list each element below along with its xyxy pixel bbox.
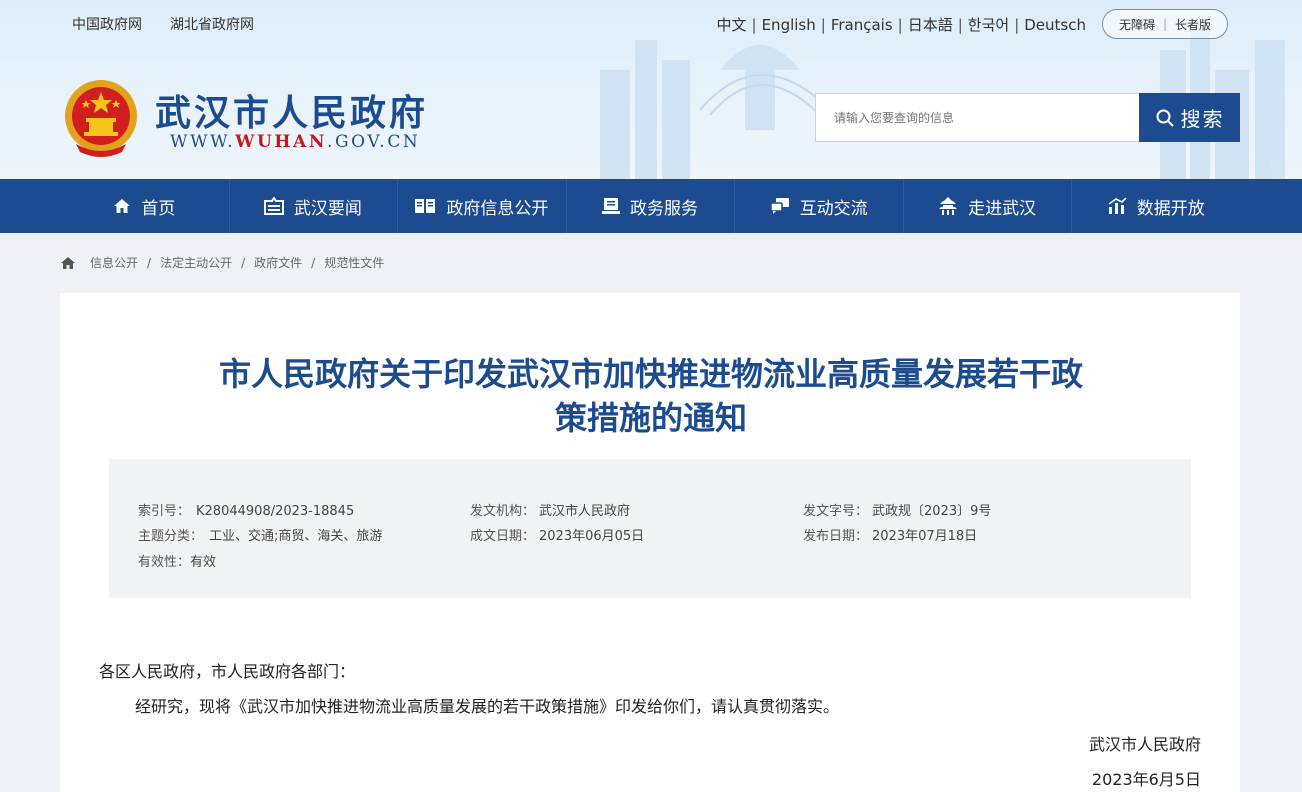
meta-value: 有效 [190, 555, 217, 570]
breadcrumb-normative-documents[interactable]: 规范性文件 [324, 254, 384, 271]
meta-created-date: 成文日期： 2023年06月05日 [470, 525, 644, 544]
meta-document-number: 发文字号： 武政规〔2023〕9号 [803, 500, 991, 519]
accessibility-pill: 无障碍 | 长者版 [1102, 9, 1228, 39]
main-nav: 首页 武汉要闻 政府信息公开 政务服务 互动交流 走进武汉 数据开放 [0, 179, 1302, 233]
lang-separator: | [897, 15, 903, 34]
nav-label: 互动交流 [799, 198, 868, 219]
meta-value: 2023年07月18日 [872, 529, 978, 544]
document-title-line-1: 市人民政府关于印发武汉市加快推进物流业高质量发展若干政 [218, 355, 1083, 393]
meta-label: 发文机构： [470, 504, 536, 519]
meta-published-date: 发布日期： 2023年07月18日 [803, 525, 977, 544]
site-url-prefix: WWW. [170, 132, 236, 152]
lang-separator: | [1014, 15, 1020, 34]
meta-label: 成文日期： [470, 529, 536, 544]
document-meta-panel: 索引号： K28044908/2023-18845 发文机构： 武汉市人民政府 发文… [109, 459, 1191, 598]
lang-separator: | [957, 15, 963, 34]
nav-item-wuhan-news[interactable]: 武汉要闻 [228, 179, 398, 233]
home-icon[interactable] [60, 256, 76, 270]
lang-japanese[interactable]: 日本語 [908, 14, 953, 35]
meta-label: 发文字号： [803, 504, 869, 519]
link-gov-cn[interactable]: 中国政府网 [72, 14, 142, 34]
language-bar: 中文 | English | Français | 日本語 | 한국어 | Deutsch [717, 14, 1087, 35]
meta-value: 工业、交通;商贸、海关、旅游 [209, 529, 383, 544]
lang-german[interactable]: Deutsch [1024, 16, 1086, 34]
news-icon [263, 197, 284, 215]
meta-label: 主题分类： [138, 529, 204, 544]
nav-item-gov-services[interactable]: 政务服务 [565, 179, 735, 233]
meta-label: 索引号： [138, 504, 191, 519]
breadcrumb-gov-documents[interactable]: 政府文件 [254, 254, 302, 271]
meta-label: 有效性： [138, 555, 191, 570]
elder-version-link[interactable]: 长者版 [1175, 16, 1211, 33]
lang-korean[interactable]: 한국어 [968, 14, 1009, 35]
nav-label: 政府信息公开 [446, 198, 549, 219]
lang-separator: | [820, 15, 826, 34]
nav-label: 首页 [141, 198, 176, 219]
chat-icon [769, 198, 789, 214]
lang-english[interactable]: English [762, 16, 816, 34]
document-date: 2023年6月5日 [1091, 770, 1201, 789]
home-icon [114, 199, 131, 213]
nav-item-gov-info-open[interactable]: 政府信息公开 [397, 179, 566, 233]
service-icon [602, 198, 621, 214]
open-book-icon [415, 199, 436, 213]
nav-item-home[interactable]: 首页 [60, 179, 229, 233]
lang-separator: | [751, 15, 757, 34]
search-icon [1156, 109, 1174, 127]
document-title-line-2: 策措施的通知 [554, 399, 747, 437]
breadcrumb-separator: / [147, 255, 152, 270]
site-url-suffix: .GOV.CN [326, 132, 421, 152]
site-header: 中国政府网 湖北省政府网 中文 | English | Français | 日本語 |… [0, 0, 1302, 179]
national-emblem-icon[interactable] [62, 78, 140, 158]
barrier-free-link[interactable]: 无障碍 [1119, 16, 1155, 33]
breadcrumb-separator: / [241, 255, 246, 270]
nav-item-about-wuhan[interactable]: 走进武汉 [902, 179, 1072, 233]
search-button-label: 搜索 [1180, 107, 1225, 131]
meta-index-number: 索引号： K28044908/2023-18845 [138, 500, 354, 519]
nav-label: 数据开放 [1136, 198, 1205, 219]
meta-topic: 主题分类： 工业、交通;商贸、海关、旅游 [138, 525, 382, 544]
breadcrumb-separator: / [311, 255, 316, 270]
document-title: 市人民政府关于印发武汉市加快推进物流业高质量发展若干政 策措施的通知 [0, 352, 1302, 440]
site-url-highlight: WUHAN [235, 132, 327, 152]
search-button[interactable]: 搜索 [1139, 93, 1240, 142]
meta-value: K28044908/2023-18845 [196, 504, 355, 519]
lang-chinese[interactable]: 中文 [717, 14, 747, 35]
meta-value: 武政规〔2023〕9号 [872, 504, 992, 519]
site-url: WWW.WUHAN.GOV.CN [170, 132, 420, 152]
meta-validity: 有效性：有效 [138, 551, 216, 570]
link-hubei-gov[interactable]: 湖北省政府网 [170, 14, 254, 34]
document-paragraph: 经研究，现将《武汉市加快推进物流业高质量发展的若干政策措施》印发给你们，请认真贯… [135, 697, 840, 716]
meta-value: 武汉市人民政府 [539, 504, 631, 519]
breadcrumb-statutory-open[interactable]: 法定主动公开 [160, 254, 232, 271]
breadcrumb: 信息公开 / 法定主动公开 / 政府文件 / 规范性文件 [60, 254, 384, 271]
nav-label: 政务服务 [630, 198, 699, 219]
nav-label: 武汉要闻 [293, 198, 362, 219]
pill-divider: | [1162, 17, 1168, 31]
document-salutation: 各区人民政府，市人民政府各部门： [99, 662, 356, 681]
meta-value: 2023年06月05日 [539, 529, 645, 544]
document-signature: 武汉市人民政府 [1088, 735, 1201, 754]
pavilion-icon [939, 197, 958, 215]
lang-french[interactable]: Français [831, 16, 893, 34]
meta-label: 发布日期： [803, 529, 869, 544]
site-title[interactable]: 武汉市人民政府 [155, 84, 428, 136]
nav-item-open-data[interactable]: 数据开放 [1071, 179, 1240, 233]
breadcrumb-info-open[interactable]: 信息公开 [90, 254, 138, 271]
top-links: 中国政府网 湖北省政府网 [72, 14, 254, 34]
data-chart-icon [1108, 197, 1127, 214]
meta-issuer: 发文机构： 武汉市人民政府 [470, 500, 630, 519]
nav-label: 走进武汉 [968, 198, 1037, 219]
nav-item-interaction[interactable]: 互动交流 [734, 179, 903, 233]
search-input[interactable] [815, 93, 1140, 142]
